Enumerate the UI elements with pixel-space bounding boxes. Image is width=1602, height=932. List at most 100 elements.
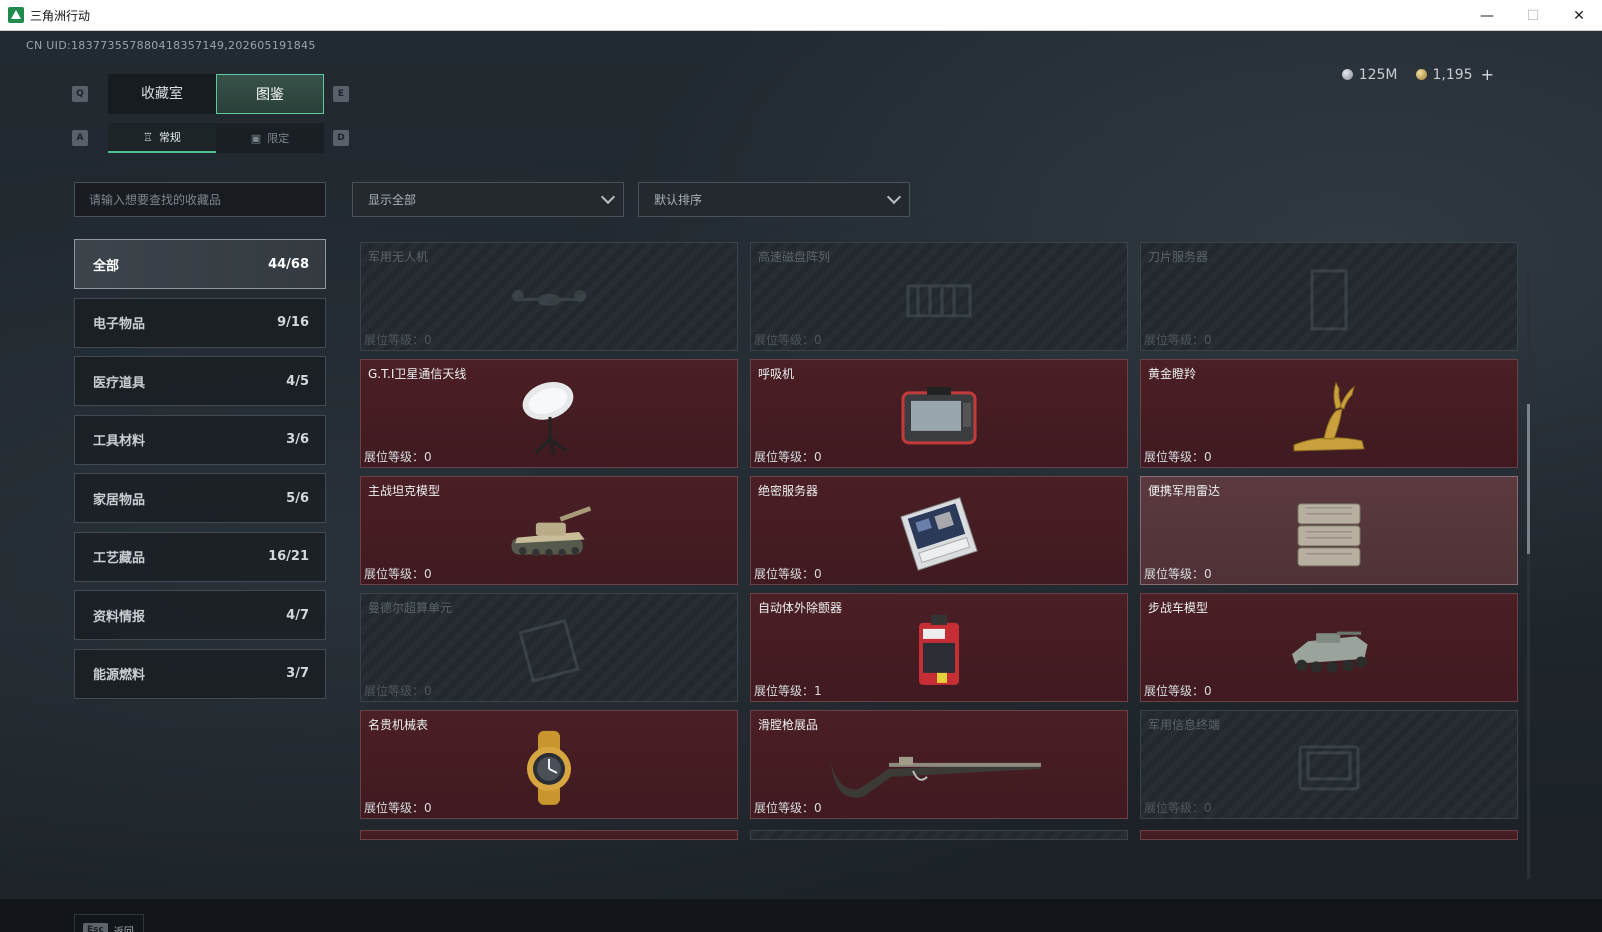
card-display-level: 展位等级：0 bbox=[364, 801, 432, 815]
uid-label: CN UID:183773557880418357149,20260519184… bbox=[26, 39, 316, 52]
category-household[interactable]: 家居物品 5/6 bbox=[74, 473, 326, 523]
card-display-level: 展位等级：0 bbox=[754, 450, 822, 464]
card-display-level: 展位等级：0 bbox=[1144, 801, 1212, 815]
card-display-level: 展位等级：0 bbox=[754, 333, 822, 347]
category-electronics[interactable]: 电子物品 9/16 bbox=[74, 297, 326, 348]
collection-card[interactable]: 呼吸机展位等级：0 bbox=[750, 359, 1128, 468]
category-count: 4/7 bbox=[286, 607, 309, 623]
category-medical[interactable]: 医疗道具 4/5 bbox=[74, 356, 326, 406]
collection-card[interactable]: 曼德尔超算单元 展位等级：0 bbox=[360, 593, 738, 702]
collection-card-partial[interactable] bbox=[360, 830, 738, 840]
collection-card-partial[interactable] bbox=[1140, 830, 1518, 840]
scrollbar-thumb[interactable] bbox=[1527, 404, 1530, 554]
category-label: 资料情报 bbox=[93, 609, 146, 625]
back-label: 返回 bbox=[113, 926, 134, 932]
card-name: 自动体外除颤器 bbox=[758, 601, 843, 615]
collection-card[interactable]: 绝密服务器 展位等级：0 bbox=[750, 476, 1128, 585]
collection-grid: 军用无人机 展位等级：0 高速磁盘阵列 展位等级：0 刀片服务器 展位等级：0 G.T.I卫… bbox=[360, 239, 1522, 879]
maximize-button[interactable]: ☐ bbox=[1510, 0, 1556, 31]
radar-icon bbox=[1284, 497, 1374, 569]
collection-card[interactable]: 军用无人机 展位等级：0 bbox=[360, 242, 738, 351]
gold-coin-icon bbox=[1415, 69, 1427, 80]
close-button[interactable]: ✕ bbox=[1556, 0, 1602, 31]
category-count: 16/21 bbox=[268, 549, 309, 564]
collection-card[interactable]: 步战车模型展位等级：0 bbox=[1140, 593, 1518, 702]
defibrillator-icon bbox=[894, 614, 984, 686]
sub-tabs: ♖ 常规 ▣ 限定 bbox=[108, 123, 324, 153]
category-count: 44/68 bbox=[268, 256, 309, 272]
trophy-icon: ♖ bbox=[143, 130, 153, 144]
category-intel[interactable]: 资料情报 4/7 bbox=[74, 590, 326, 640]
card-name: 步战车模型 bbox=[1148, 601, 1209, 615]
subtab-regular[interactable]: ♖ 常规 bbox=[108, 123, 216, 153]
category-count: 5/6 bbox=[286, 490, 309, 506]
category-label: 家居物品 bbox=[93, 492, 146, 508]
category-count: 9/16 bbox=[277, 315, 309, 330]
grid-scrollbar[interactable] bbox=[1527, 274, 1530, 879]
category-energy[interactable]: 能源燃料 3/7 bbox=[74, 648, 326, 699]
card-name: 黄金瞪羚 bbox=[1148, 367, 1197, 381]
currency-gold-value: 1,195 bbox=[1432, 66, 1473, 83]
app-logo-icon bbox=[8, 7, 24, 23]
filter-dropdown-label: 显示全部 bbox=[368, 193, 417, 207]
category-crafts[interactable]: 工艺藏品 16/21 bbox=[74, 531, 326, 582]
card-name: 绝密服务器 bbox=[758, 484, 819, 498]
blade-server-icon bbox=[1284, 263, 1374, 335]
search-input[interactable] bbox=[89, 192, 325, 207]
subtab-limited[interactable]: ▣ 限定 bbox=[216, 123, 324, 153]
card-name: 名贵机械表 bbox=[368, 718, 429, 732]
collection-card[interactable]: G.T.I卫星通信天线展位等级：0 bbox=[360, 359, 738, 468]
collection-card[interactable]: 滑膛枪展品 展位等级：0 bbox=[750, 710, 1128, 819]
category-label: 工具材料 bbox=[93, 434, 146, 449]
search-box bbox=[74, 182, 326, 217]
category-label: 医疗道具 bbox=[93, 375, 146, 391]
collection-card[interactable]: 刀片服务器 展位等级：0 bbox=[1140, 242, 1518, 351]
musket-icon bbox=[829, 731, 1049, 803]
category-list: 全部 44/68 电子物品 9/16 医疗道具 4/5 工具材料 3/6 家居物… bbox=[74, 239, 326, 707]
minimize-button[interactable]: — bbox=[1464, 0, 1510, 31]
card-name: 军用信息终端 bbox=[1148, 718, 1221, 732]
collection-card[interactable]: 便携军用雷达 展位等级：0 bbox=[1140, 476, 1518, 585]
server-icon bbox=[894, 496, 984, 571]
collection-card[interactable]: 高速磁盘阵列 展位等级：0 bbox=[750, 242, 1128, 351]
card-display-level: 展位等级：0 bbox=[364, 450, 432, 464]
tab-catalog[interactable]: 图鉴 bbox=[216, 74, 324, 114]
watch-icon bbox=[504, 730, 594, 805]
currency-silver: 125M bbox=[1341, 67, 1398, 83]
collection-card[interactable]: 自动体外除颤器展位等级：1 bbox=[750, 593, 1128, 702]
category-count: 4/5 bbox=[286, 373, 309, 389]
category-all[interactable]: 全部 44/68 bbox=[74, 239, 326, 289]
back-button[interactable]: Esc 返回 bbox=[74, 914, 144, 932]
silver-coin-icon bbox=[1341, 69, 1353, 80]
filter-dropdown[interactable]: 显示全部 bbox=[352, 182, 624, 217]
category-count: 3/6 bbox=[286, 432, 309, 447]
tab-collection-room[interactable]: 收藏室 bbox=[108, 74, 216, 114]
add-currency-button[interactable]: + bbox=[1481, 65, 1494, 84]
esc-key-hint: Esc bbox=[83, 923, 108, 932]
category-tools[interactable]: 工具材料 3/6 bbox=[74, 414, 326, 465]
collection-card[interactable]: 黄金瞪羚 展位等级：0 bbox=[1140, 359, 1518, 468]
card-name: G.T.I卫星通信天线 bbox=[368, 367, 467, 381]
collection-card[interactable]: 军用信息终端展位等级：0 bbox=[1140, 710, 1518, 819]
collection-card[interactable]: 名贵机械表展位等级：0 bbox=[360, 710, 738, 819]
chevron-down-icon bbox=[886, 189, 902, 204]
golden-gazelle-icon bbox=[1284, 380, 1374, 452]
category-count: 3/7 bbox=[286, 666, 309, 681]
currency-gold: 1,195 + bbox=[1415, 65, 1494, 84]
card-name: 呼吸机 bbox=[758, 367, 795, 381]
sort-dropdown[interactable]: 默认排序 bbox=[638, 182, 910, 217]
collection-card-partial[interactable] bbox=[750, 830, 1128, 840]
card-display-level: 展位等级：1 bbox=[754, 684, 822, 698]
category-label: 工艺藏品 bbox=[93, 551, 146, 566]
subtab-regular-label: 常规 bbox=[158, 131, 181, 144]
key-hint-e: E bbox=[333, 86, 349, 102]
card-display-level: 展位等级：0 bbox=[1144, 684, 1212, 698]
collection-card[interactable]: 主战坦克模型 展位等级：0 bbox=[360, 476, 738, 585]
chevron-down-icon bbox=[600, 189, 616, 204]
key-hint-a: A bbox=[72, 130, 88, 146]
card-name: 滑膛枪展品 bbox=[758, 718, 819, 732]
ventilator-icon bbox=[894, 380, 984, 452]
game-viewport: CN UID:183773557880418357149,20260519184… bbox=[0, 31, 1602, 932]
image-icon: ▣ bbox=[250, 131, 262, 145]
window-titlebar: 三角洲行动 — ☐ ✕ bbox=[0, 0, 1602, 31]
